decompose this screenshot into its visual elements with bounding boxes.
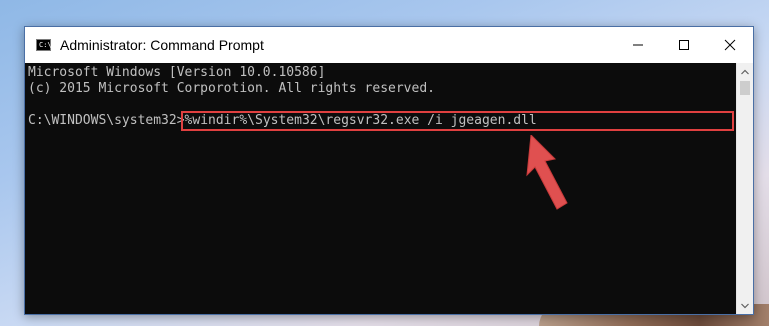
cmd-app-icon-text: C:\: [39, 41, 52, 49]
vertical-scrollbar[interactable]: [736, 63, 753, 314]
minimize-icon: [633, 44, 643, 46]
close-icon: [724, 39, 736, 51]
close-button[interactable]: [707, 27, 753, 63]
maximize-button[interactable]: [661, 27, 707, 63]
command-prompt-window: C:\ Administrator: Command Prompt Micros…: [24, 26, 754, 315]
title-bar[interactable]: C:\ Administrator: Command Prompt: [25, 27, 753, 63]
console-output[interactable]: Microsoft Windows [Version 10.0.10586] (…: [25, 63, 736, 314]
scroll-up-icon: [741, 69, 749, 74]
scroll-down-button[interactable]: [737, 297, 753, 314]
console-line-copyright: (c) 2015 Microsoft Corporotion. All righ…: [28, 81, 435, 96]
command-highlight-box: [181, 111, 734, 131]
window-title: Administrator: Command Prompt: [60, 37, 264, 53]
cmd-app-icon[interactable]: C:\: [36, 39, 52, 51]
scroll-up-button[interactable]: [737, 63, 753, 80]
maximize-icon: [679, 40, 689, 50]
red-arrow-icon: [526, 135, 568, 210]
console-line-version: Microsoft Windows [Version 10.0.10586]: [28, 65, 326, 80]
scrollbar-thumb[interactable]: [740, 81, 750, 95]
minimize-button[interactable]: [615, 27, 661, 63]
console-prompt: C:\WINDOWS\system32>: [28, 113, 185, 128]
scroll-down-icon: [741, 303, 749, 308]
